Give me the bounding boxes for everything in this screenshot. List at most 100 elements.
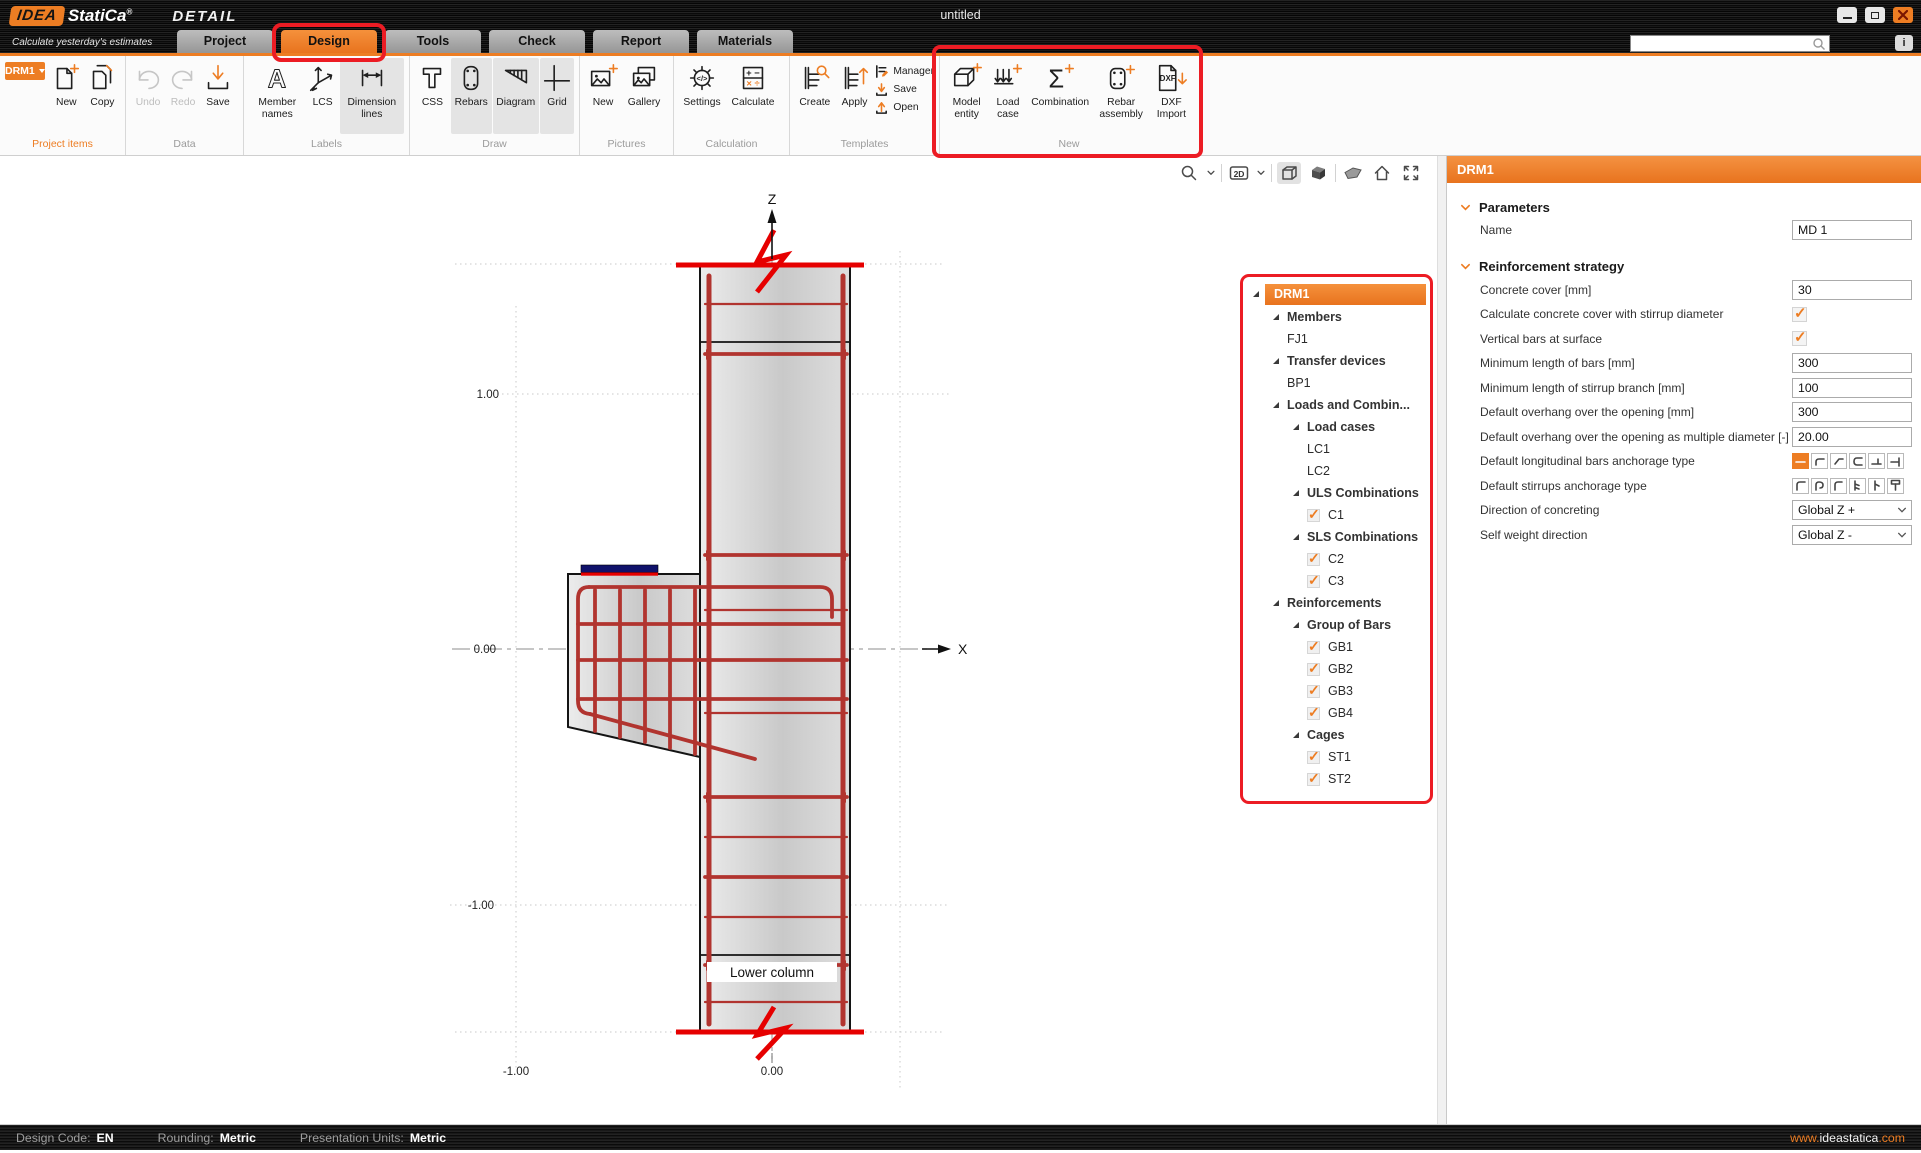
member-names-button[interactable]: A Member names (249, 58, 306, 134)
expander-icon[interactable] (1252, 290, 1260, 298)
dimension-lines-button[interactable]: Dimension lines (340, 58, 404, 134)
checkbox[interactable]: ✓ (1307, 575, 1320, 588)
grid-button[interactable]: Grid (540, 58, 574, 134)
new-picture-button[interactable]: New (585, 58, 621, 134)
anchorage-hook-button[interactable] (1811, 453, 1828, 469)
new-model-entity-button[interactable]: Model entity (945, 58, 988, 134)
new-rebar-assembly-button[interactable]: Rebar assembly (1094, 58, 1149, 134)
wireframe-view-button[interactable] (1277, 162, 1301, 184)
tree-item-lc2[interactable]: LC2 (1247, 460, 1426, 482)
tree-item-gb2[interactable]: ✓GB2 (1247, 658, 1426, 680)
section-reinforcement-strategy[interactable]: Reinforcement strategy (1447, 256, 1921, 278)
tree-item-sls-combinations[interactable]: SLS Combinations (1247, 526, 1426, 548)
gallery-button[interactable]: Gallery (622, 58, 666, 134)
tab-design[interactable]: Design (281, 30, 377, 53)
anchorage-straight-button[interactable] (1792, 453, 1809, 469)
tree-item-c3[interactable]: ✓C3 (1247, 570, 1426, 592)
expander-icon[interactable] (1292, 489, 1300, 497)
diagram-button[interactable]: Diagram (493, 58, 539, 134)
tab-materials[interactable]: Materials (697, 30, 793, 53)
checkbox[interactable]: ✓ (1307, 641, 1320, 654)
tree-item-members[interactable]: Members (1247, 306, 1426, 328)
checkbox[interactable]: ✓ (1307, 553, 1320, 566)
tree-item-fj1[interactable]: FJ1 (1247, 328, 1426, 350)
drawing-canvas[interactable]: 2D (0, 156, 1437, 1124)
tree-item-bp1[interactable]: BP1 (1247, 372, 1426, 394)
new-project-item-button[interactable]: New (49, 58, 84, 134)
settings-button[interactable]: </> Settings (679, 58, 725, 134)
canvas-scrollbar[interactable] (1437, 156, 1446, 1124)
search-input[interactable] (1631, 36, 1812, 51)
stirrup-hook-loop-button[interactable] (1811, 478, 1828, 494)
tree-item-load-cases[interactable]: Load cases (1247, 416, 1426, 438)
concrete-cover-input[interactable] (1792, 280, 1912, 300)
tree-item-cages[interactable]: Cages (1247, 724, 1426, 746)
calc-cover-checkbox[interactable]: ✓ (1792, 307, 1807, 322)
search-box[interactable] (1630, 35, 1830, 52)
zoom-button[interactable] (1177, 162, 1201, 184)
view-mode-2d-button[interactable]: 2D (1227, 162, 1251, 184)
expander-icon[interactable] (1272, 357, 1280, 365)
tree-item-loads-combinations[interactable]: Loads and Combin... (1247, 394, 1426, 416)
self-weight-direction-select[interactable]: Global Z - (1792, 525, 1912, 545)
stirrup-double-tick-button[interactable] (1849, 478, 1866, 494)
solid-view-button[interactable] (1306, 162, 1330, 184)
tab-tools[interactable]: Tools (385, 30, 481, 53)
anchorage-loop-button[interactable] (1849, 453, 1866, 469)
tree-item-gb3[interactable]: ✓GB3 (1247, 680, 1426, 702)
dxf-import-button[interactable]: DXF DXF Import (1150, 58, 1193, 134)
stirrup-short-corner-button[interactable] (1830, 478, 1847, 494)
tree-item-gb1[interactable]: ✓GB1 (1247, 636, 1426, 658)
stirrup-single-tick-button[interactable] (1868, 478, 1885, 494)
template-open-button[interactable]: Open (874, 100, 934, 115)
section-parameters[interactable]: Parameters (1447, 196, 1921, 218)
lcs-button[interactable]: LCS (307, 58, 339, 134)
checkbox[interactable]: ✓ (1307, 685, 1320, 698)
tree-item-lc1[interactable]: LC1 (1247, 438, 1426, 460)
template-manager-button[interactable]: Manager (874, 64, 934, 79)
checkbox[interactable]: ✓ (1307, 707, 1320, 720)
tab-report[interactable]: Report (593, 30, 689, 53)
name-input[interactable] (1792, 220, 1912, 240)
tree-item-c1[interactable]: ✓C1 (1247, 504, 1426, 526)
tree-item-st2[interactable]: ✓ST2 (1247, 768, 1426, 790)
view-mode-dropdown-icon[interactable] (1256, 168, 1266, 178)
template-save-button[interactable]: Save (874, 82, 934, 97)
tree-item-group-of-bars[interactable]: Group of Bars (1247, 614, 1426, 636)
expander-icon[interactable] (1292, 621, 1300, 629)
tree-item-reinforcements[interactable]: Reinforcements (1247, 592, 1426, 614)
minimize-button[interactable] (1837, 7, 1857, 23)
tab-check[interactable]: Check (489, 30, 585, 53)
zoom-dropdown-icon[interactable] (1206, 168, 1216, 178)
expander-icon[interactable] (1292, 423, 1300, 431)
checkbox[interactable]: ✓ (1307, 773, 1320, 786)
home-view-button[interactable] (1370, 162, 1394, 184)
new-load-case-button[interactable]: Load case (989, 58, 1026, 134)
direction-of-concreting-select[interactable]: Global Z + (1792, 500, 1912, 520)
min-length-stirrup-input[interactable] (1792, 378, 1912, 398)
expander-icon[interactable] (1272, 313, 1280, 321)
expander-icon[interactable] (1272, 599, 1280, 607)
tree-item-gb4[interactable]: ✓GB4 (1247, 702, 1426, 724)
template-create-button[interactable]: Create (795, 58, 835, 134)
info-button[interactable]: i (1895, 35, 1913, 51)
tree-item-uls-combinations[interactable]: ULS Combinations (1247, 482, 1426, 504)
copy-project-item-button[interactable]: Copy (85, 58, 120, 134)
anchorage-foot-button[interactable] (1868, 453, 1885, 469)
tree-item-c2[interactable]: ✓C2 (1247, 548, 1426, 570)
tab-project[interactable]: Project (177, 30, 273, 53)
tree-item-drm1[interactable]: DRM1 (1247, 283, 1426, 305)
new-combination-button[interactable]: Σ Combination (1028, 58, 1093, 134)
checkbox[interactable]: ✓ (1307, 509, 1320, 522)
clip-view-button[interactable] (1341, 162, 1365, 184)
overhang-input[interactable] (1792, 402, 1912, 422)
stirrup-corner-button[interactable] (1792, 478, 1809, 494)
undo-button[interactable]: Undo (131, 58, 165, 134)
overhang-multiple-input[interactable] (1792, 427, 1912, 447)
vertical-bars-checkbox[interactable]: ✓ (1792, 331, 1807, 346)
anchorage-bend-button[interactable] (1830, 453, 1847, 469)
maximize-button[interactable] (1865, 7, 1885, 23)
css-button[interactable]: CSS (415, 58, 450, 134)
template-apply-button[interactable]: Apply (836, 58, 874, 134)
expander-icon[interactable] (1272, 401, 1280, 409)
